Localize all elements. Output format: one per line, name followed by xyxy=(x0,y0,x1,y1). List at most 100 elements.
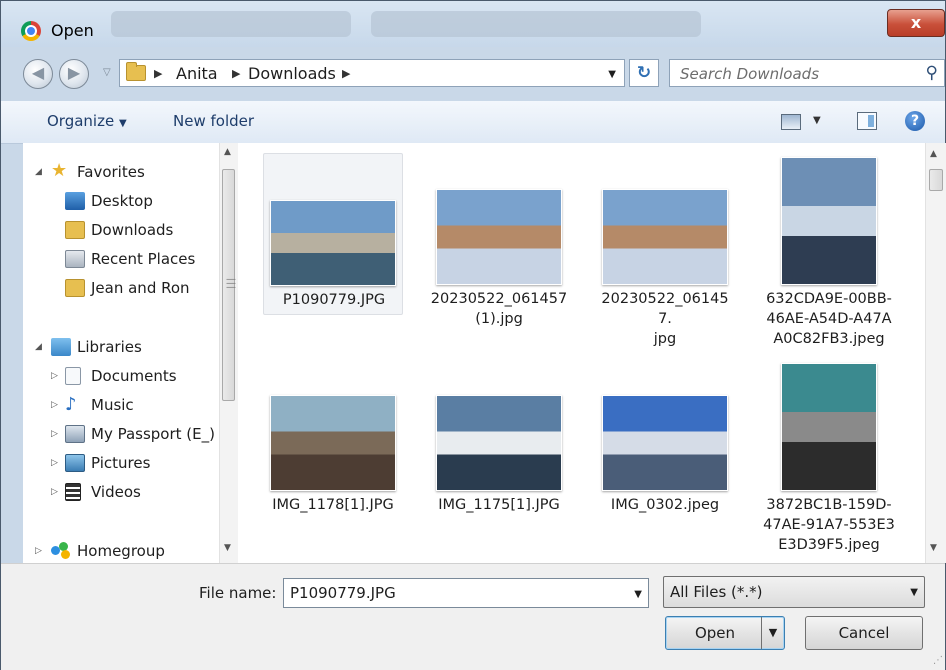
nav-label: Desktop xyxy=(91,192,153,210)
navigation-pane: ◢ ★ Favorites Desktop Downloads Recent P… xyxy=(23,143,242,563)
nav-label: Favorites xyxy=(77,163,145,181)
file-tile[interactable]: IMG_1178[1].JPG xyxy=(263,353,403,513)
address-bar[interactable]: ▶ Anita ▶ Downloads ▶ ▼ xyxy=(119,59,625,87)
nav-label: Documents xyxy=(91,367,177,385)
grip-icon: — — — xyxy=(226,274,236,293)
folder-icon xyxy=(65,279,85,297)
file-tile[interactable]: 20230522_061457. jpg xyxy=(595,153,735,347)
breadcrumb-arrow-icon[interactable]: ▶ xyxy=(342,67,350,80)
file-name-field[interactable]: P1090779.JPG ▼ xyxy=(283,578,649,608)
scroll-up-icon[interactable]: ▲ xyxy=(224,147,231,157)
libraries-icon xyxy=(51,338,71,356)
file-name: IMG_1178[1].JPG xyxy=(272,497,394,513)
open-button-label: Open xyxy=(694,624,736,642)
collapsed-triangle-icon[interactable]: ▷ xyxy=(51,450,61,476)
breadcrumb-anita[interactable]: Anita xyxy=(176,64,218,83)
file-name: 632CDA9E-00BB- 46AE-A54D-A47A A0C82FB3.jpe… xyxy=(766,291,892,347)
file-thumbnail xyxy=(436,395,562,491)
file-type-filter[interactable]: All Files (*.*) ▼ xyxy=(663,576,925,608)
background-tab-blur xyxy=(111,11,351,37)
command-toolbar: Organize ▼ New folder ▼ ? xyxy=(1,101,945,144)
title-bar[interactable]: Open x xyxy=(1,1,945,47)
file-tile[interactable]: 3872BC1B-159D- 47AE-91A7-553E3 E3D39F5.jpe… xyxy=(759,353,899,563)
homegroup-icon xyxy=(51,542,71,560)
downloads-folder-icon xyxy=(126,62,146,81)
drive-icon xyxy=(65,425,85,443)
navigation-scrollbar[interactable]: ▲ — — — ▼ xyxy=(219,143,238,563)
open-button[interactable]: Open ▼ xyxy=(665,616,785,650)
breadcrumb-downloads[interactable]: Downloads xyxy=(248,64,336,83)
file-tile[interactable]: P1090779.JPG xyxy=(263,153,403,315)
star-icon: ★ xyxy=(51,160,68,181)
file-list-scrollbar[interactable]: ▲ ▼ xyxy=(925,143,946,563)
file-name: IMG_1175[1].JPG xyxy=(438,497,560,513)
file-name: 3872BC1B-159D- 47AE-91A7-553E3 E3D39F5.jpe… xyxy=(763,497,895,553)
window-title: Open xyxy=(51,21,94,40)
back-button[interactable]: ◀ xyxy=(23,59,53,89)
file-name: P1090779.JPG xyxy=(282,292,386,308)
breadcrumb-arrow-icon[interactable]: ▶ xyxy=(154,67,162,80)
cancel-button[interactable]: Cancel xyxy=(805,616,923,650)
forward-button[interactable]: ▶ xyxy=(59,59,89,89)
file-name-value: P1090779.JPG xyxy=(290,584,396,602)
file-tile[interactable]: 20230522_061457 (1).jpg xyxy=(429,153,569,339)
recent-locations-dropdown-icon[interactable]: ▽ xyxy=(103,67,111,78)
file-tile[interactable]: 632CDA9E-00BB- 46AE-A54D-A47A A0C82FB3.jpe… xyxy=(759,153,899,353)
file-name: 20230522_061457. jpg xyxy=(601,291,729,347)
documents-icon xyxy=(65,367,81,385)
downloads-folder-icon xyxy=(65,221,85,239)
file-name-label: File name: xyxy=(199,584,277,602)
back-arrow-icon: ◀ xyxy=(31,63,45,82)
nav-label: Jean and Ron xyxy=(91,279,190,297)
file-name: IMG_0302.jpeg xyxy=(610,497,720,513)
chrome-icon xyxy=(21,21,41,41)
address-dropdown-icon[interactable]: ▼ xyxy=(608,69,616,80)
collapsed-triangle-icon[interactable]: ▷ xyxy=(35,538,45,563)
file-type-value: All Files (*.*) xyxy=(670,583,763,601)
search-input[interactable]: Search Downloads ⚲ xyxy=(669,59,945,87)
file-tile[interactable]: IMG_1175[1].JPG xyxy=(429,353,569,513)
file-thumbnail xyxy=(602,395,728,491)
view-options-dropdown-icon[interactable]: ▼ xyxy=(813,115,821,126)
open-file-dialog: Open x ◀ ▶ ▽ ▶ Anita ▶ Downloads ▶ ▼ ↻ S… xyxy=(0,0,946,670)
nav-label: Homegroup xyxy=(77,542,165,560)
search-icon[interactable]: ⚲ xyxy=(926,63,938,83)
file-thumbnail xyxy=(602,189,728,285)
close-button[interactable]: x xyxy=(887,9,945,37)
collapsed-triangle-icon[interactable]: ▷ xyxy=(51,363,61,389)
expanded-triangle-icon[interactable]: ◢ xyxy=(35,159,45,185)
address-row: ◀ ▶ ▽ ▶ Anita ▶ Downloads ▶ ▼ ↻ Search D… xyxy=(11,55,945,91)
nav-label: Videos xyxy=(91,483,141,501)
file-thumbnail xyxy=(781,157,877,285)
organize-button[interactable]: Organize ▼ xyxy=(47,112,127,130)
breadcrumb-arrow-icon[interactable]: ▶ xyxy=(232,67,240,80)
background-tab-blur xyxy=(371,11,701,37)
scrollbar-thumb[interactable]: — — — xyxy=(222,169,236,401)
file-thumbnail xyxy=(270,395,396,491)
collapsed-triangle-icon[interactable]: ▷ xyxy=(51,392,61,418)
scroll-down-icon[interactable]: ▼ xyxy=(930,543,937,553)
file-tile[interactable]: IMG_0302.jpeg xyxy=(595,353,735,513)
nav-label: Libraries xyxy=(77,338,142,356)
refresh-button[interactable]: ↻ xyxy=(629,59,659,87)
desktop-icon xyxy=(65,192,85,210)
preview-pane-icon[interactable] xyxy=(857,112,877,130)
new-folder-button[interactable]: New folder xyxy=(173,112,254,130)
scrollbar-thumb[interactable] xyxy=(929,169,943,191)
chevron-down-icon[interactable]: ▼ xyxy=(634,589,642,600)
change-view-icon[interactable] xyxy=(781,114,801,130)
file-list: P1090779.JPG 20230522_061457 (1).jpg 2023… xyxy=(241,143,925,563)
open-options-dropdown-icon[interactable]: ▼ xyxy=(761,617,784,649)
help-icon[interactable]: ? xyxy=(905,111,925,131)
chevron-down-icon: ▼ xyxy=(910,587,918,598)
scroll-up-icon[interactable]: ▲ xyxy=(930,149,937,159)
nav-label: Music xyxy=(91,396,134,414)
collapsed-triangle-icon[interactable]: ▷ xyxy=(51,479,61,505)
resize-grip-icon[interactable]: ⋰ xyxy=(933,655,943,666)
file-thumbnail xyxy=(781,363,877,491)
chevron-down-icon: ▼ xyxy=(118,118,127,129)
scroll-down-icon[interactable]: ▼ xyxy=(224,543,231,553)
collapsed-triangle-icon[interactable]: ▷ xyxy=(51,421,61,447)
expanded-triangle-icon[interactable]: ◢ xyxy=(35,334,45,360)
nav-label: Downloads xyxy=(91,221,174,239)
